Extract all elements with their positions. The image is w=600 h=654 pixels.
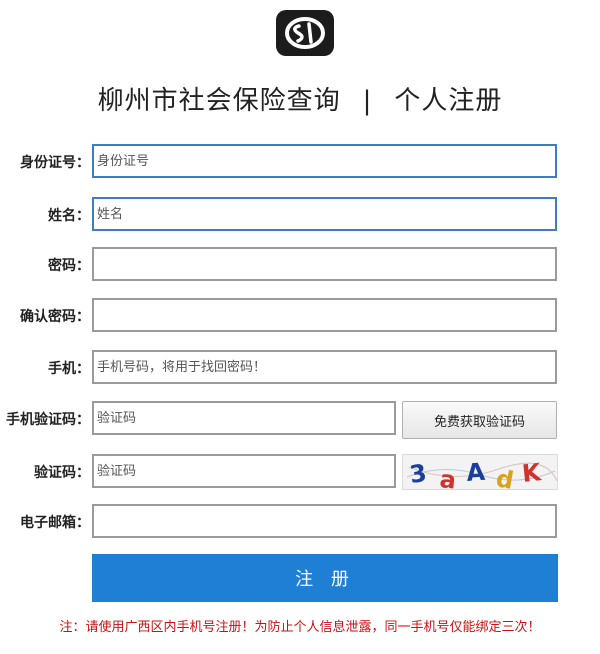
get-sms-code-button[interactable]: 免费获取验证码 xyxy=(402,401,557,439)
captcha-label: 验证码： xyxy=(34,465,90,481)
form-row-email: 电子邮箱： xyxy=(0,504,600,542)
captcha-image[interactable]: 3aAdK xyxy=(402,454,558,490)
sms-code-input[interactable] xyxy=(92,401,396,435)
sms-code-label: 手机验证码： xyxy=(6,412,90,428)
email-input[interactable] xyxy=(92,504,557,538)
page-heading: 柳州市社会保险查询 | 个人注册 xyxy=(0,80,600,117)
si-logo-icon xyxy=(285,17,325,49)
registration-notice: 注：请使用广西区内手机号注册！为防止个人信息泄露，同一手机号仅能绑定三次！ xyxy=(59,620,541,635)
form-row-confirm-password: 确认密码： xyxy=(0,298,600,336)
captcha-input[interactable] xyxy=(92,454,396,488)
captcha-glyph: A xyxy=(465,458,486,487)
form-row-captcha: 验证码： 3aAdK xyxy=(0,454,600,492)
form-row-password: 密码： xyxy=(0,247,600,285)
email-label: 电子邮箱： xyxy=(20,515,90,531)
captcha-text: 3aAdK xyxy=(408,458,544,490)
captcha-glyph: K xyxy=(521,458,544,488)
id-card-label: 身份证号： xyxy=(20,155,90,171)
site-title: 柳州市社会保险查询 xyxy=(97,86,341,116)
form-row-phone: 手机： xyxy=(0,350,600,388)
id-card-input[interactable] xyxy=(92,144,557,178)
site-logo xyxy=(276,10,334,56)
form-row-id-card: 身份证号： xyxy=(0,144,600,182)
captcha-graphic: 3aAdK xyxy=(406,458,557,490)
phone-input[interactable] xyxy=(92,350,557,384)
confirm-password-label: 确认密码： xyxy=(20,309,90,325)
captcha-glyph: d xyxy=(494,464,516,490)
name-label: 姓名： xyxy=(48,208,90,224)
confirm-password-input[interactable] xyxy=(92,298,557,332)
captcha-glyph: a xyxy=(438,465,457,490)
title-separator: | xyxy=(362,86,373,116)
register-button[interactable]: 注 册 xyxy=(92,554,558,602)
name-input[interactable] xyxy=(92,197,557,231)
captcha-glyph: 3 xyxy=(408,459,428,489)
phone-label: 手机： xyxy=(48,361,90,377)
password-label: 密码： xyxy=(48,258,90,274)
form-row-sms-code: 手机验证码： 免费获取验证码 xyxy=(0,401,600,439)
form-row-name: 姓名： xyxy=(0,197,600,235)
page-title: 个人注册 xyxy=(394,86,503,116)
password-input[interactable] xyxy=(92,247,557,281)
